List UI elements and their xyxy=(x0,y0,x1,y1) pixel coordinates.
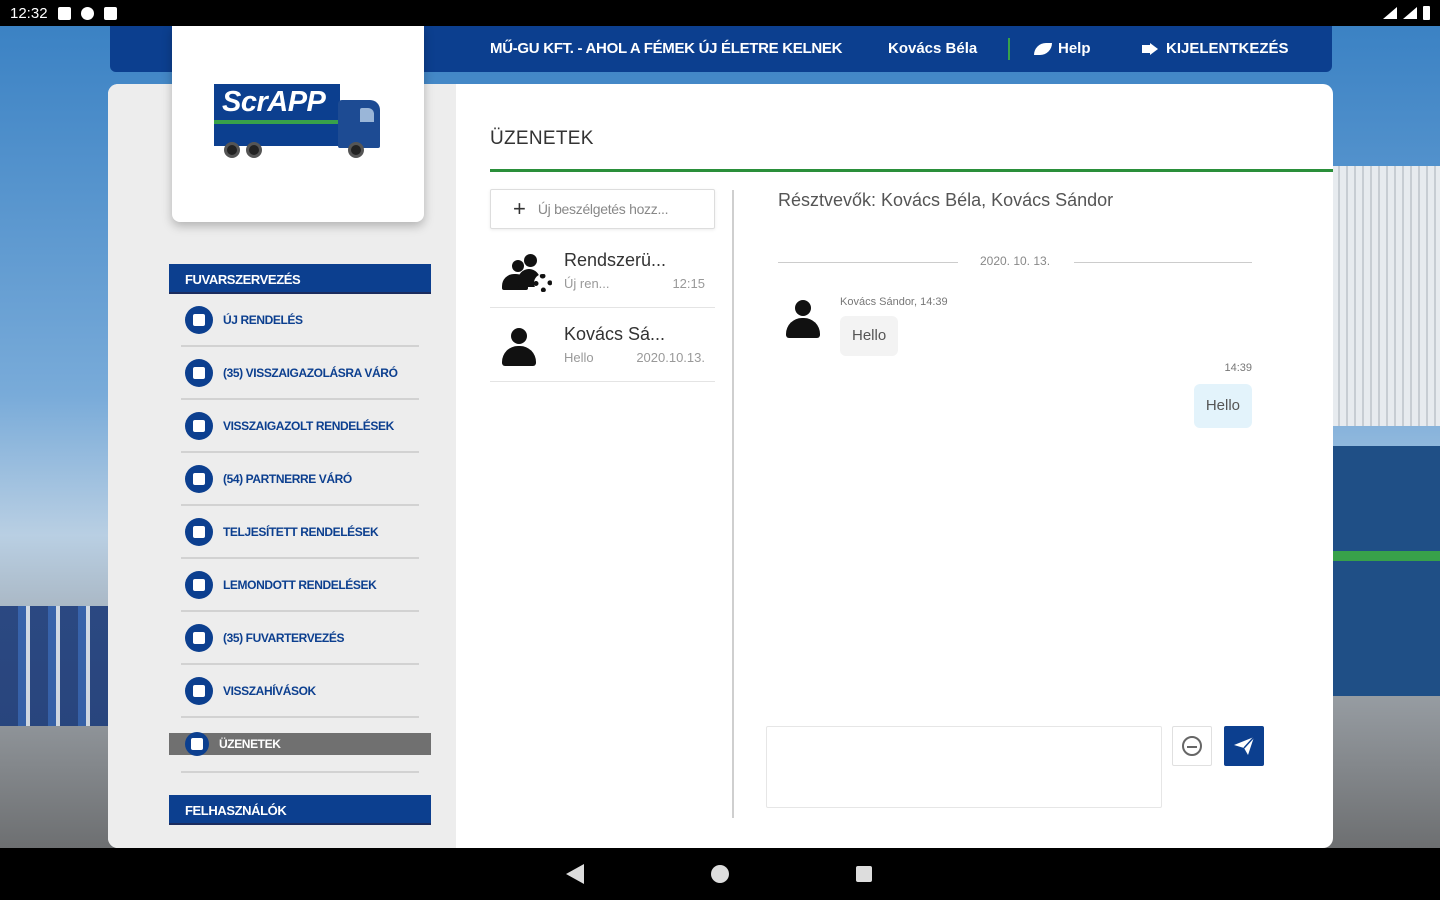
sidebar-item-cancelled-orders[interactable]: LEMONDOTT RENDELÉSEK xyxy=(181,559,419,612)
conversation-time: 2020.10.13. xyxy=(636,350,705,365)
recent-apps-icon[interactable] xyxy=(856,866,872,882)
logout-label: KIJELENTKEZÉS xyxy=(1166,40,1289,57)
conversation-item[interactable]: Rendszerü... Új ren... 12:15 xyxy=(490,236,715,308)
background-container-stripe xyxy=(1332,551,1440,561)
conversation-preview: Hello xyxy=(564,350,594,365)
sidebar-item-awaiting-partner[interactable]: (54) PARTNERRE VÁRÓ xyxy=(181,453,419,506)
emoji-icon xyxy=(1182,736,1202,756)
android-nav-bar xyxy=(0,848,1440,900)
section-header-orders: FUVARSZERVEZÉS xyxy=(169,264,431,294)
current-user[interactable]: Kovács Béla xyxy=(888,40,977,57)
clock-icon xyxy=(185,464,213,493)
app-notification-icon xyxy=(80,6,94,20)
sidebar-item-label: LEMONDOTT RENDELÉSEK xyxy=(223,577,377,592)
person-icon xyxy=(502,328,536,368)
sidebar-item-label: (35) FUVARTERVEZÉS xyxy=(223,630,345,645)
sidebar-item-new-order[interactable]: ÚJ RENDELÉS xyxy=(181,294,419,347)
truck-cab-graphic xyxy=(338,100,380,148)
nav-divider xyxy=(181,771,419,773)
notification-icon xyxy=(57,6,71,20)
conversation-time: 12:15 xyxy=(672,276,705,291)
sidebar-item-transport-planning[interactable]: (35) FUVARTERVEZÉS xyxy=(181,612,419,665)
sidebar-item-label: TELJESÍTETT RENDELÉSEK xyxy=(223,524,379,539)
home-icon[interactable] xyxy=(711,865,729,883)
handshake-icon xyxy=(185,411,213,440)
logo-text: ScrAPP xyxy=(214,84,340,120)
outgoing-message-bubble: Hello xyxy=(1193,384,1252,428)
conversation-preview: Új ren... xyxy=(564,276,610,291)
company-name: MŰ-GU KFT. - AHOL A FÉMEK ÚJ ÉLETRE KELN… xyxy=(490,40,843,57)
group-settings-icon xyxy=(502,254,554,294)
date-separator-label: 2020. 10. 13. xyxy=(979,254,1051,268)
incoming-message-bubble: Hello xyxy=(840,316,899,356)
sidebar-item-awaiting-confirmation[interactable]: (35) VISSZAIGAZOLÁSRA VÁRÓ xyxy=(181,347,419,400)
conversation-name: Rendszerü... xyxy=(564,250,667,270)
page-title: ÜZENETEK xyxy=(490,128,594,149)
ban-icon xyxy=(185,570,213,599)
sidebar-item-label: ÚJ RENDELÉS xyxy=(223,312,303,327)
background-trucks xyxy=(0,606,112,726)
chat-icon xyxy=(185,732,209,756)
sidebar-item-confirmed-orders[interactable]: VISSZAIGAZOLT RENDELÉSEK xyxy=(181,400,419,453)
send-button[interactable] xyxy=(1224,726,1264,766)
emoji-button[interactable] xyxy=(1172,726,1212,766)
background-container xyxy=(1332,446,1440,696)
outgoing-message-meta: 14:39 xyxy=(1224,362,1252,374)
new-conversation-label: Új beszélgetés hozz... xyxy=(537,201,669,217)
date-separator: 2020. 10. 13. xyxy=(778,252,1252,272)
plus-icon: + xyxy=(513,196,526,221)
section-header-users: FELHASZNÁLÓK xyxy=(169,795,431,825)
back-icon[interactable] xyxy=(566,864,584,884)
status-time: 12:32 xyxy=(10,4,48,22)
status-bar: 12:32 xyxy=(0,0,1440,26)
header-separator xyxy=(1008,38,1010,60)
phone-back-icon xyxy=(185,676,213,705)
truck-wheel xyxy=(224,142,240,158)
sidebar-item-recalls[interactable]: VISSZAHÍVÁSOK xyxy=(181,665,419,718)
panel-divider xyxy=(732,190,734,818)
background-building xyxy=(1332,166,1440,426)
conversation-name: Kovács Sá... xyxy=(564,324,666,344)
signal-icon xyxy=(1403,7,1417,19)
calendar-icon xyxy=(185,623,213,652)
sender-avatar-icon xyxy=(786,300,820,340)
sidebar-item-completed-orders[interactable]: TELJESÍTETT RENDELÉSEK xyxy=(181,506,419,559)
clipboard-edit-icon xyxy=(185,358,213,387)
incoming-message-meta: Kovács Sándor, 14:39 xyxy=(840,296,948,308)
help-link[interactable]: Help xyxy=(1034,40,1091,57)
logout-link[interactable]: KIJELENTKEZÉS xyxy=(1142,40,1289,57)
chat-participants: Résztvevők: Kovács Béla, Kovács Sándor xyxy=(778,190,1114,210)
sidebar-nav: FUVARSZERVEZÉS ÚJ RENDELÉS (35) VISSZAIG… xyxy=(169,264,431,825)
message-input[interactable] xyxy=(766,726,1162,808)
sidebar-item-label: (54) PARTNERRE VÁRÓ xyxy=(223,471,352,486)
new-conversation-button[interactable]: + Új beszélgetés hozz... xyxy=(490,189,715,229)
battery-icon xyxy=(1423,6,1430,20)
conversation-item[interactable]: Kovács Sá... Hello 2020.10.13. xyxy=(490,310,715,382)
cart-icon xyxy=(185,305,213,334)
wifi-icon xyxy=(1383,7,1397,19)
sd-card-icon xyxy=(103,6,117,20)
send-icon xyxy=(1234,736,1255,755)
truck-wheel xyxy=(348,142,364,158)
sidebar-item-label: VISSZAIGAZOLT RENDELÉSEK xyxy=(223,418,394,433)
sidebar-item-label: VISSZAHÍVÁSOK xyxy=(223,683,316,698)
logout-icon xyxy=(1142,42,1158,55)
list-icon xyxy=(185,517,213,546)
help-label: Help xyxy=(1058,40,1091,57)
logo[interactable]: ScrAPP xyxy=(172,26,424,222)
title-underline xyxy=(490,169,1333,172)
leaf-icon xyxy=(1034,42,1052,55)
truck-wheel xyxy=(246,142,262,158)
sidebar-item-messages[interactable]: ÜZENETEK xyxy=(169,732,431,756)
sidebar-item-label: (35) VISSZAIGAZOLÁSRA VÁRÓ xyxy=(223,365,398,380)
truck-window-graphic xyxy=(360,108,374,122)
sidebar-item-label: ÜZENETEK xyxy=(219,737,281,751)
